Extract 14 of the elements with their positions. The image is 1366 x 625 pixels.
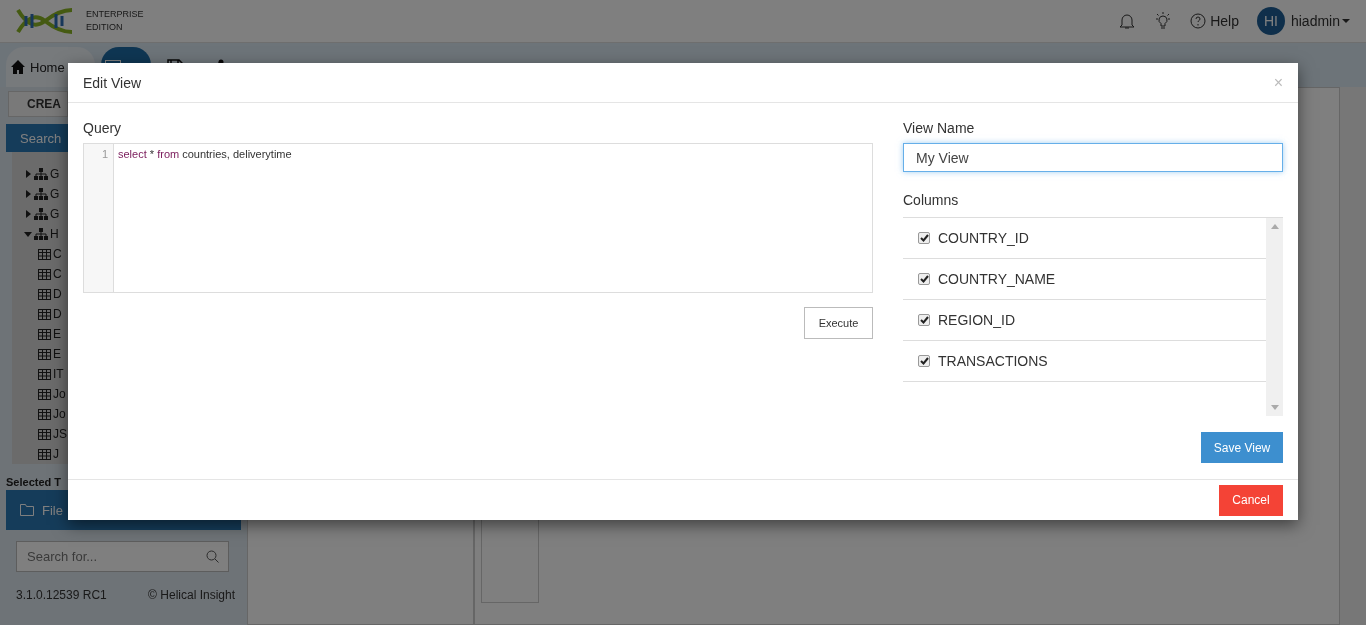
version-text: 3.1.0.12539 RC1 <box>16 588 107 602</box>
line-number: 1 <box>100 148 108 160</box>
code-line: select * from countries, deliverytime <box>117 147 292 160</box>
column-name: COUNTRY_ID <box>938 230 1029 246</box>
columns-label: Columns <box>903 192 960 208</box>
query-label: Query <box>83 120 123 136</box>
edition-label: EDITION <box>86 21 124 34</box>
column-name: TRANSACTIONS <box>938 353 1048 369</box>
column-name: REGION_ID <box>938 312 1015 328</box>
copyright-text: © Helical Insight <box>148 588 235 602</box>
selected-label: Selected T <box>6 476 63 488</box>
column-name: COUNTRY_NAME <box>938 271 1056 287</box>
view-name-label: View Name <box>903 120 976 136</box>
edition-label: ENTERPRISE <box>86 8 144 21</box>
